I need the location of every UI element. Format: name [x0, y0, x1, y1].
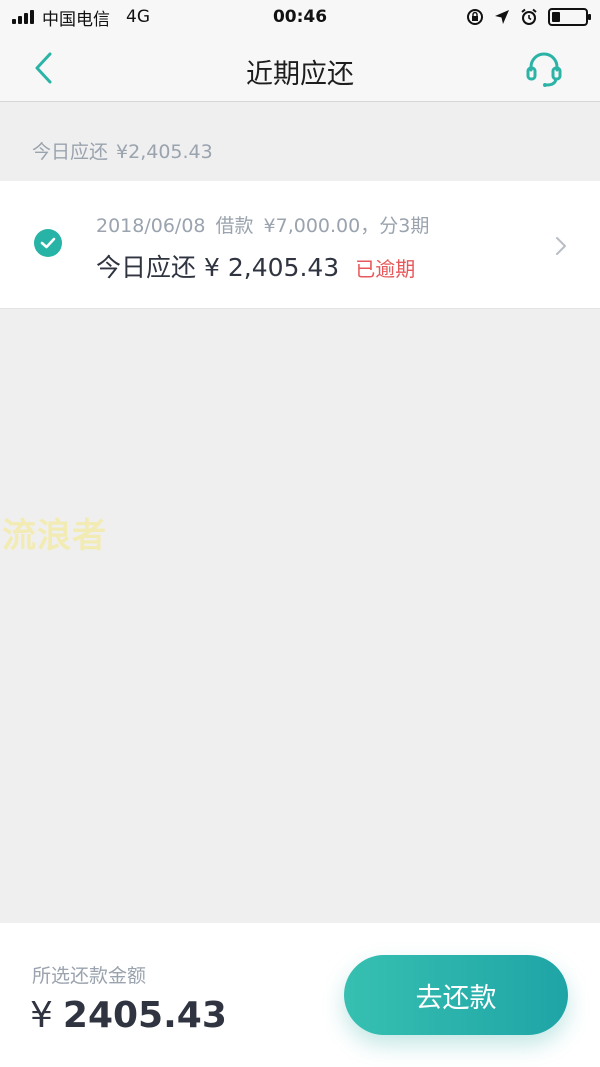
- payment-footer: 所选还款金额 ¥2405.43 去还款: [0, 923, 600, 1067]
- nav-bar: 近期应还: [0, 34, 600, 102]
- summary-amount: ¥2,405.43: [116, 141, 213, 163]
- customer-service-button[interactable]: [524, 48, 564, 88]
- selected-amount: ¥2405.43: [30, 995, 227, 1036]
- currency-symbol: ¥: [30, 995, 53, 1036]
- chevron-right-icon[interactable]: [554, 235, 568, 257]
- status-right: [466, 8, 591, 26]
- battery-level: [552, 12, 560, 22]
- loan-meta: 2018/06/08 借款 ¥7,000.00，分3期: [96, 211, 429, 238]
- status-left: 中国电信 4G: [12, 5, 150, 30]
- overdue-badge: 已逾期: [355, 257, 416, 281]
- due-label: 今日应还: [96, 253, 197, 282]
- loan-principal: ¥7,000.00，: [263, 215, 380, 237]
- loan-due: 今日应还 ¥ 2,405.43 已逾期: [96, 248, 415, 284]
- loan-date: 2018/06/08: [96, 215, 206, 237]
- signal-icon: [12, 10, 34, 24]
- rotation-lock-icon: [467, 9, 483, 25]
- selected-amount-label: 所选还款金额: [32, 965, 147, 987]
- loan-installments: 分3期: [379, 215, 430, 237]
- watermark: 流浪者: [2, 516, 107, 556]
- loan-type: 借款: [215, 215, 254, 237]
- battery-icon: [548, 8, 591, 26]
- selected-check-icon[interactable]: [34, 229, 62, 257]
- checkmark-icon: [40, 237, 56, 249]
- today-due-summary: 今日应还 ¥2,405.43: [0, 103, 600, 181]
- summary-label: 今日应还: [32, 141, 109, 163]
- network-type: 4G: [126, 7, 150, 27]
- page-title: 近期应还: [246, 59, 354, 90]
- selected-amount-value: 2405.43: [62, 995, 227, 1036]
- carrier-name: 中国电信: [42, 9, 110, 30]
- pay-button[interactable]: 去还款: [344, 955, 568, 1035]
- location-arrow-icon: [495, 10, 509, 24]
- headset-icon: [526, 52, 562, 87]
- loan-item[interactable]: 2018/06/08 借款 ¥7,000.00，分3期 今日应还 ¥ 2,405.4…: [0, 181, 600, 309]
- status-bar: 中国电信 4G 00:46: [0, 0, 600, 34]
- due-amount: ¥ 2,405.43: [204, 253, 340, 282]
- alarm-icon: [521, 8, 537, 25]
